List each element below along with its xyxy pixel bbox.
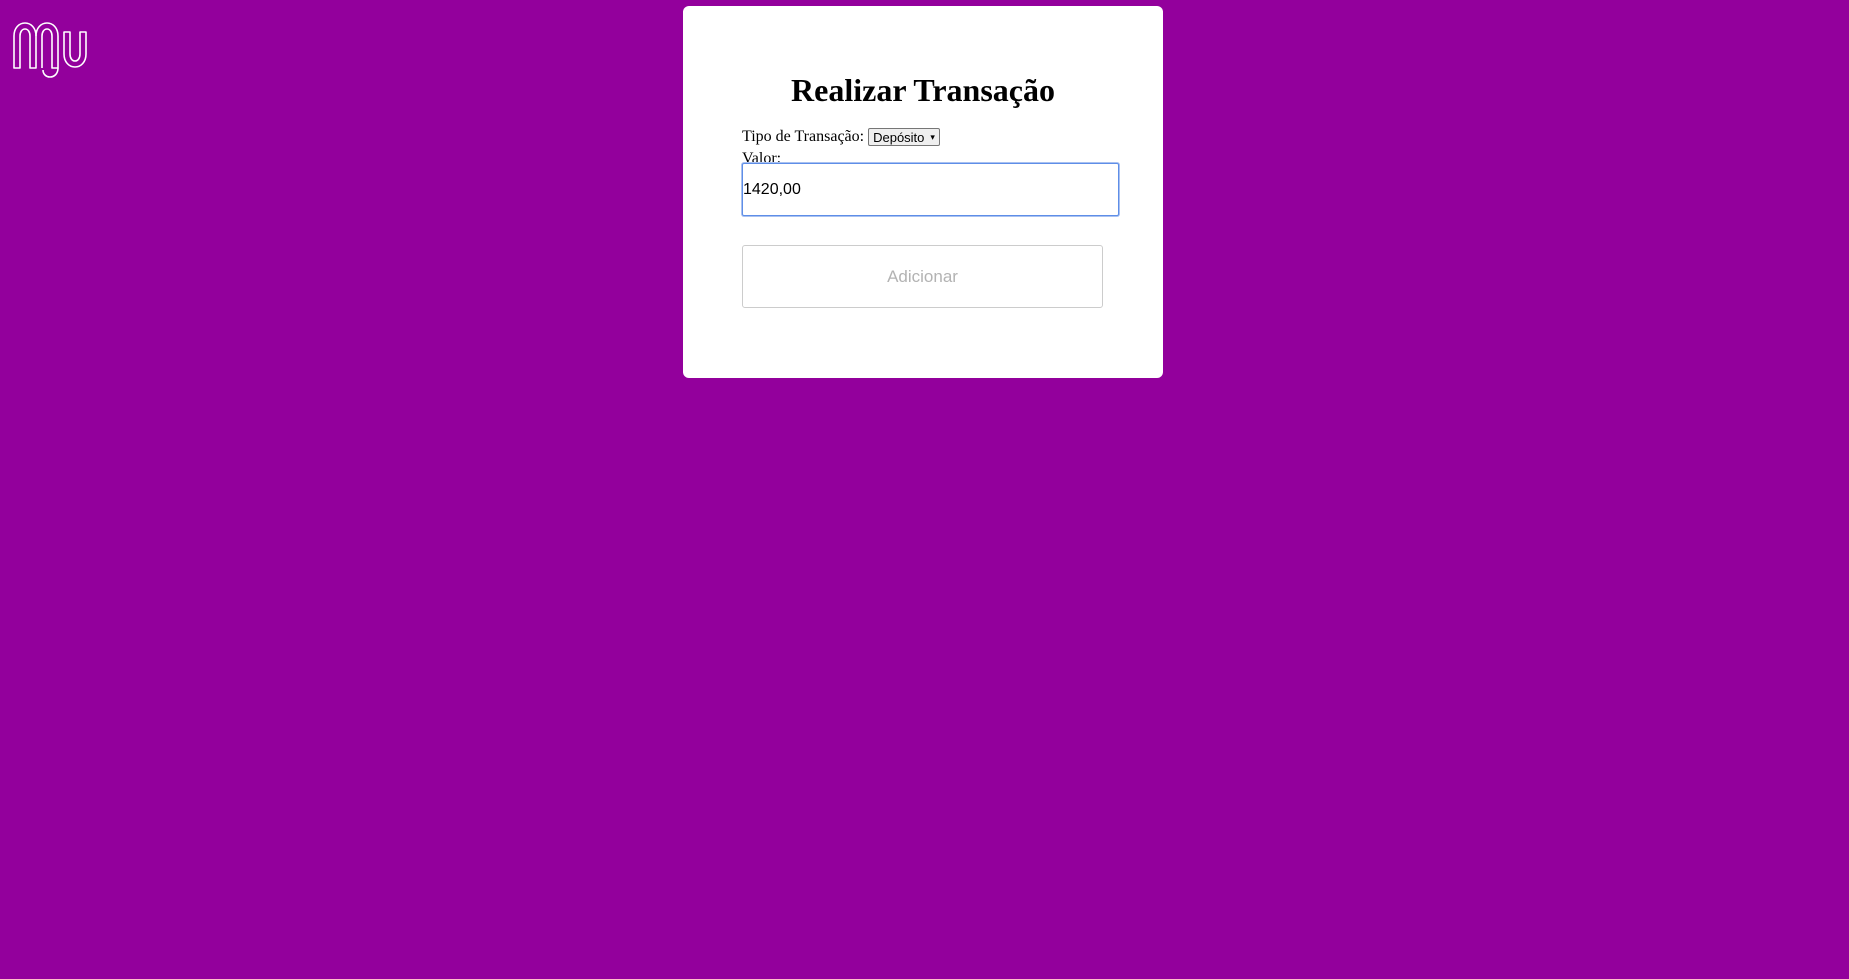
transaction-type-selected: Depósito (873, 129, 925, 145)
transaction-type-label: Tipo de Transação: (742, 128, 865, 145)
page-title: Realizar Transação (791, 72, 1055, 108)
transaction-type-row: Tipo de Transação: Depósito ▾ (742, 126, 940, 148)
chevron-down-icon: ▾ (930, 131, 935, 142)
value-input[interactable] (742, 163, 1119, 216)
transaction-card: Realizar Transação Tipo de Transação: De… (683, 6, 1163, 378)
add-button[interactable]: Adicionar (742, 245, 1103, 308)
page: Realizar Transação Tipo de Transação: De… (0, 0, 1849, 979)
transaction-type-select[interactable]: Depósito ▾ (868, 128, 940, 146)
nubank-logo-icon (13, 18, 91, 78)
